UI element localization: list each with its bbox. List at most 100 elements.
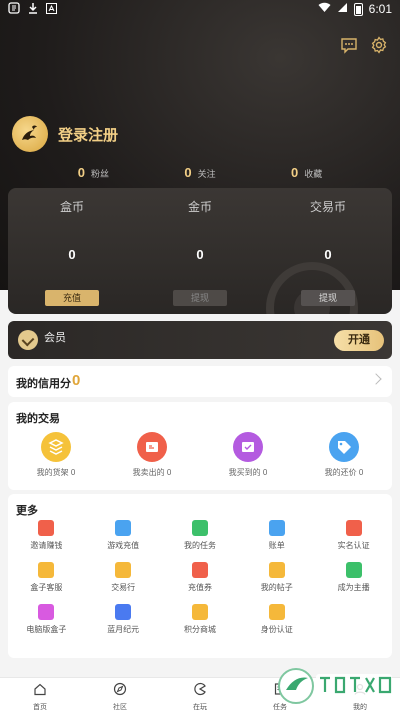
more-item-label: 账单 [268,541,285,550]
withdraw-trade-button[interactable]: 提现 [301,290,355,306]
more-item[interactable]: 成为主播 [315,562,392,594]
trade-bought[interactable]: 我买到的 0 [200,432,296,478]
more-item-label: 邀请赚钱 [30,541,63,550]
profile-stats: 0 粉丝 0 关注 0 收藏 [0,165,400,180]
wallet-card: 盒币 0 金币 0 交易币 0 充值 提现 提现 [8,188,392,314]
stat-label: 粉丝 [90,169,109,179]
more-item[interactable]: 游戏充值 [85,520,162,552]
trade-title: 我的交易 [16,413,60,425]
stat-following[interactable]: 0 关注 [184,165,215,180]
more-item[interactable]: 账单 [238,520,315,552]
stat-label: 收藏 [304,169,323,179]
trade-label: 我买到的 0 [228,468,268,477]
more-item[interactable]: 积分商城 [162,604,239,636]
service-icon [345,520,362,536]
open-membership-button[interactable]: 开通 [334,330,384,351]
wallet-label: 金币 [187,200,212,214]
trade-sold[interactable]: 我卖出的 0 [104,432,200,478]
service-icon [115,604,132,620]
wallet-value: 0 [196,247,204,262]
service-icon [191,520,208,536]
service-icon [268,520,285,536]
nav-label: 社区 [113,704,127,711]
more-item-label: 我的任务 [183,541,216,550]
stat-favorites[interactable]: 0 收藏 [291,165,322,180]
bought-icon [233,432,263,462]
more-item-label: 盒子客服 [30,583,63,592]
service-icon [115,562,132,578]
credit-title: 我的信用分 [16,378,71,390]
service-icon [268,604,285,620]
download-icon [28,2,38,17]
more-item[interactable]: 电脑版盒子 [8,604,85,636]
nav-label: 在玩 [193,704,207,711]
service-icon [38,604,55,620]
recharge-button[interactable]: 充值 [45,290,99,306]
sold-icon [137,432,167,462]
service-icon [38,562,55,578]
avatar[interactable] [12,116,48,152]
more-item-label: 电脑版盒子 [26,625,67,634]
status-time: 6:01 [368,2,392,16]
shelf-icon [41,432,71,462]
credit-score-row[interactable]: 我的信用分 0 [8,366,392,397]
compass-icon [113,682,127,696]
more-item[interactable]: 身份认证 [238,604,315,636]
wallet-value: 0 [68,247,76,262]
more-item[interactable]: 实名认证 [315,520,392,552]
login-register[interactable]: 登录注册 [12,116,118,152]
more-item-label: 交易行 [111,583,136,592]
signal-icon [337,2,348,16]
nav-community[interactable]: 社区 [80,678,160,711]
stat-value: 0 [77,165,85,180]
settings-gear-icon[interactable] [370,36,388,54]
wallet-label: 盒币 [59,200,84,214]
trade-label: 我卖出的 0 [132,468,172,477]
more-item-label: 我的帖子 [260,583,293,592]
message-icon[interactable] [340,36,358,54]
member-label: 会员 [44,332,66,344]
status-bar: 6:01 [0,0,400,18]
pacman-icon [194,682,206,696]
more-item-label: 游戏充值 [107,541,140,550]
stat-fans[interactable]: 0 粉丝 [78,165,109,180]
service-icon [191,562,208,578]
service-icon [345,562,362,578]
nav-home[interactable]: 首页 [0,678,80,711]
service-icon [268,562,285,578]
more-services-card: 更多 邀请赚钱 游戏充值 我的任务 账单 实名认证 盒子客服 交易行 充值券 我的帖子 成为主播电… [8,494,392,658]
more-item-label: 实名认证 [337,541,370,550]
trade-label: 我的货架 0 [36,468,76,477]
stat-value: 0 [184,165,192,180]
more-item-label: 积分商城 [183,625,216,634]
nav-playing[interactable]: 在玩 [160,678,240,711]
more-item[interactable]: 盒子客服 [8,562,85,594]
more-item[interactable]: 我的帖子 [238,562,315,594]
more-item[interactable]: 蓝月纪元 [85,604,162,636]
trade-counter-offer[interactable]: 我的还价 0 [296,432,392,478]
notification-icon [8,2,20,17]
more-item[interactable]: 邀请赚钱 [8,520,85,552]
stat-value: 0 [291,165,299,180]
more-item-label: 身份认证 [260,625,293,634]
vip-badge-icon [18,330,38,350]
withdraw-gold-button[interactable]: 提现 [173,290,227,306]
more-item[interactable]: 交易行 [85,562,162,594]
tag-icon [329,432,359,462]
more-item-label: 蓝月纪元 [107,625,140,634]
wallet-value: 0 [324,247,332,262]
more-item-label: 成为主播 [337,583,370,592]
more-item[interactable]: 我的任务 [162,520,239,552]
login-register-link[interactable]: 登录注册 [58,124,118,145]
service-icon [38,520,55,536]
trade-label: 我的还价 0 [324,468,364,477]
battery-icon [353,2,363,16]
a-icon [46,2,57,17]
more-item-label: 充值券 [187,583,212,592]
nav-label: 首页 [33,704,47,711]
trade-my-shelf[interactable]: 我的货架 0 [8,432,104,478]
wallet-label: 交易币 [309,200,346,214]
member-bar[interactable]: 会员 开通 [8,321,392,359]
site-watermark-logo [278,668,392,704]
more-item[interactable]: 充值券 [162,562,239,594]
